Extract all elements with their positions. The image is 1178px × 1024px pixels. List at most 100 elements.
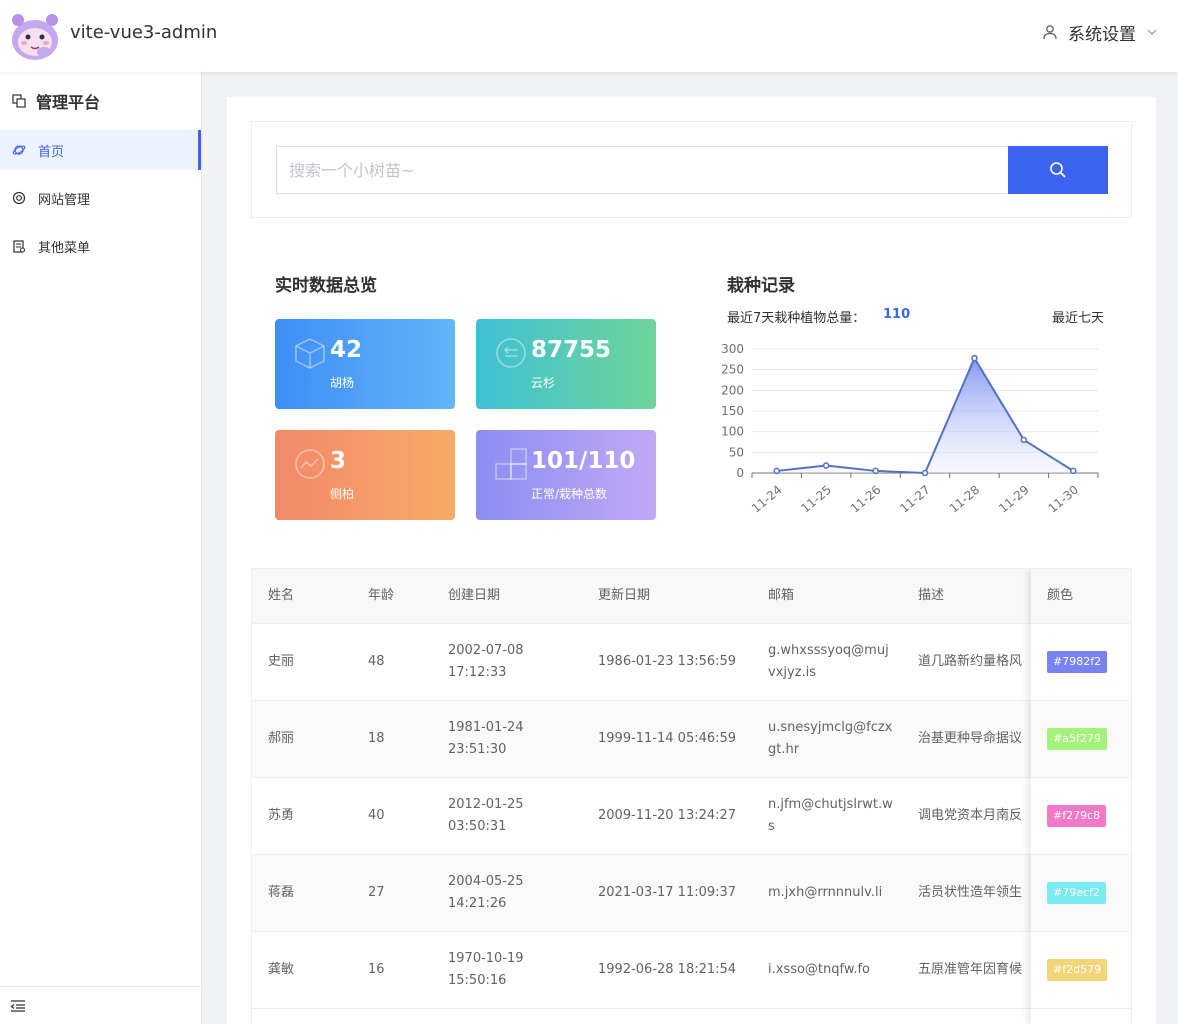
column-header-updated[interactable]: 更新日期	[598, 569, 650, 623]
chevron-down-icon	[1147, 29, 1157, 35]
cell-email: u.snesyjmclg@fczx gt.hr	[768, 701, 892, 777]
data-point	[971, 354, 978, 362]
cell-name: 苏勇	[268, 808, 295, 823]
target-icon	[12, 191, 26, 205]
x-tick-label: 11-30	[1045, 483, 1081, 516]
cell-name: 蒋磊	[268, 885, 295, 900]
cell-age: 48	[368, 654, 385, 669]
stat-value: 42	[330, 337, 363, 363]
cell-created: 2002-07-08 17:12:33	[448, 624, 524, 700]
column-header-desc[interactable]: 描述	[918, 569, 944, 623]
sidebar-item-home[interactable]: 首页	[0, 130, 201, 170]
stat-card-total[interactable]: 101/110 正常/栽种总数	[476, 430, 656, 520]
cell-email-line-2: s	[768, 819, 775, 834]
table-row[interactable]: 郝丽 18 1981-01-24 23:51:30 1999-11-14 05:46:5…	[252, 701, 1131, 778]
user-icon	[1043, 25, 1057, 40]
planting-chart: 0 50 100 150 200 250 300 11-24 11-25 11-26 11-27 11…	[722, 342, 1099, 516]
data-point	[872, 467, 879, 475]
search-input[interactable]	[276, 146, 1008, 194]
cell-created-date: 2004-05-25	[448, 874, 524, 889]
table-row[interactable]: 史丽 48 2002-07-08 17:12:33 1986-01-23 13:56:5…	[252, 624, 1131, 701]
search-button[interactable]	[1008, 146, 1108, 194]
cell-email-line-2: vxjyz.is	[768, 665, 817, 680]
planting-total-value: 110	[883, 307, 911, 322]
cell-desc: 活员状性造年领生	[918, 885, 1023, 900]
sidebar: 管理平台 首页 网站管理 其他菜单	[0, 72, 202, 1024]
orbit-icon	[12, 145, 26, 155]
search-card	[251, 121, 1132, 218]
cell-color: #a5f279	[1047, 701, 1107, 777]
stat-label: 胡杨	[330, 376, 355, 390]
top-header: vite-vue3-admin 系统设置	[0, 0, 1178, 72]
cell-email: n.jfm@chutjslrwt.w s	[768, 778, 893, 854]
cell-created-time: 14:21:26	[448, 896, 507, 911]
cell-updated: 1999-11-14 05:46:59	[598, 731, 737, 746]
app-title: vite-vue3-admin	[70, 22, 218, 43]
column-header-email[interactable]: 邮箱	[768, 569, 794, 623]
y-tick-label: 250	[722, 363, 744, 377]
cell-created-date: 2002-07-08	[448, 643, 524, 658]
stat-card-yunshan[interactable]: 87755 云杉	[476, 319, 656, 409]
sidebar-item-other-menu[interactable]: 其他菜单	[0, 226, 201, 266]
stat-label: 云杉	[531, 376, 556, 390]
cell-age: 16	[368, 962, 385, 977]
cell-email-line-1: n.jfm@chutjslrwt.w	[768, 797, 893, 812]
sidebar-item-label: 其他菜单	[38, 240, 91, 256]
x-tick-label: 11-29	[996, 483, 1032, 516]
search-icon	[1050, 162, 1066, 178]
x-tick-label: 11-24	[749, 483, 785, 516]
color-tag: #79ecf2	[1047, 882, 1106, 904]
cell-created: 1970-10-19 15:50:16	[448, 932, 524, 1008]
cell-created: 2004-05-25 14:21:26	[448, 855, 524, 931]
cell-color: #79ecf2	[1047, 855, 1106, 931]
data-point	[921, 469, 929, 477]
user-settings-menu[interactable]: 系统设置	[1042, 18, 1158, 46]
table-header-row: 姓名 年龄 创建日期 更新日期 邮箱 描述 颜色	[252, 569, 1131, 624]
sidebar-collapse-button[interactable]	[0, 986, 201, 1024]
sidebar-item-label: 网站管理	[38, 192, 91, 208]
stat-card-huyang[interactable]: 42 胡杨	[275, 319, 455, 409]
cell-created-time: 03:50:31	[448, 819, 507, 834]
table-row[interactable]: 苏勇 40 2012-01-25 03:50:31 2009-11-20 13:24:2…	[252, 778, 1131, 855]
sidebar-item-label: 首页	[38, 144, 65, 160]
cell-email: g.whxsssyoq@muj vxjyz.is	[768, 624, 889, 700]
stat-card-cebai[interactable]: 3 侧柏	[275, 430, 455, 520]
sidebar-brand-label: 管理平台	[36, 93, 101, 112]
cell-updated: 1986-01-23 13:56:59	[598, 654, 737, 669]
cell-created-date: 1981-01-24	[448, 720, 524, 735]
table-row[interactable]: 龚敏 16 1970-10-19 15:50:16 1992-06-28 18:21:5…	[252, 932, 1131, 1009]
cell-name: 史丽	[268, 654, 295, 669]
cell-updated: 2021-03-17 11:09:37	[598, 885, 737, 900]
y-tick-label: 0	[736, 466, 744, 480]
cell-created-time: 23:51:30	[448, 742, 507, 757]
cell-color: #7982f2	[1047, 624, 1108, 700]
cell-email-line-2: gt.hr	[768, 742, 800, 757]
cell-age: 27	[368, 885, 385, 900]
x-tick-label: 11-26	[848, 483, 884, 516]
planting-total-label: 最近7天栽种植物总量：	[727, 311, 866, 326]
cell-created-time: 15:50:16	[448, 973, 507, 988]
cell-desc: 调电党资本月南反	[918, 808, 1023, 823]
column-header-created[interactable]: 创建日期	[448, 569, 500, 623]
column-header-age[interactable]: 年龄	[368, 569, 394, 623]
sidebar-item-site-management[interactable]: 网站管理	[0, 178, 201, 218]
stat-label: 侧柏	[330, 487, 355, 501]
y-tick-label: 150	[722, 404, 744, 418]
data-point	[822, 462, 830, 469]
cell-desc: 道几路新约量格风	[918, 654, 1023, 669]
cell-age: 18	[368, 731, 385, 746]
planting-range-selector[interactable]: 最近七天	[1052, 307, 1104, 326]
column-header-color[interactable]: 颜色	[1047, 569, 1073, 623]
series-area	[776, 358, 1074, 473]
column-header-name[interactable]: 姓名	[268, 569, 294, 623]
color-tag: #f2d579	[1047, 959, 1108, 981]
trend-circle-icon	[295, 449, 325, 479]
cell-created-time: 17:12:33	[448, 665, 507, 680]
cell-email-line-1: i.xsso@tnqfw.fo	[768, 962, 870, 977]
cell-name: 龚敏	[268, 962, 295, 977]
sidebar-brand: 管理平台	[0, 72, 201, 130]
table-row[interactable]: 蒋磊 27 2004-05-25 14:21:26 2021-03-17 11:09:3…	[252, 855, 1131, 932]
cell-created-date: 1970-10-19	[448, 951, 524, 966]
cell-created: 1981-01-24 23:51:30	[448, 701, 524, 777]
document-icon	[13, 240, 26, 253]
